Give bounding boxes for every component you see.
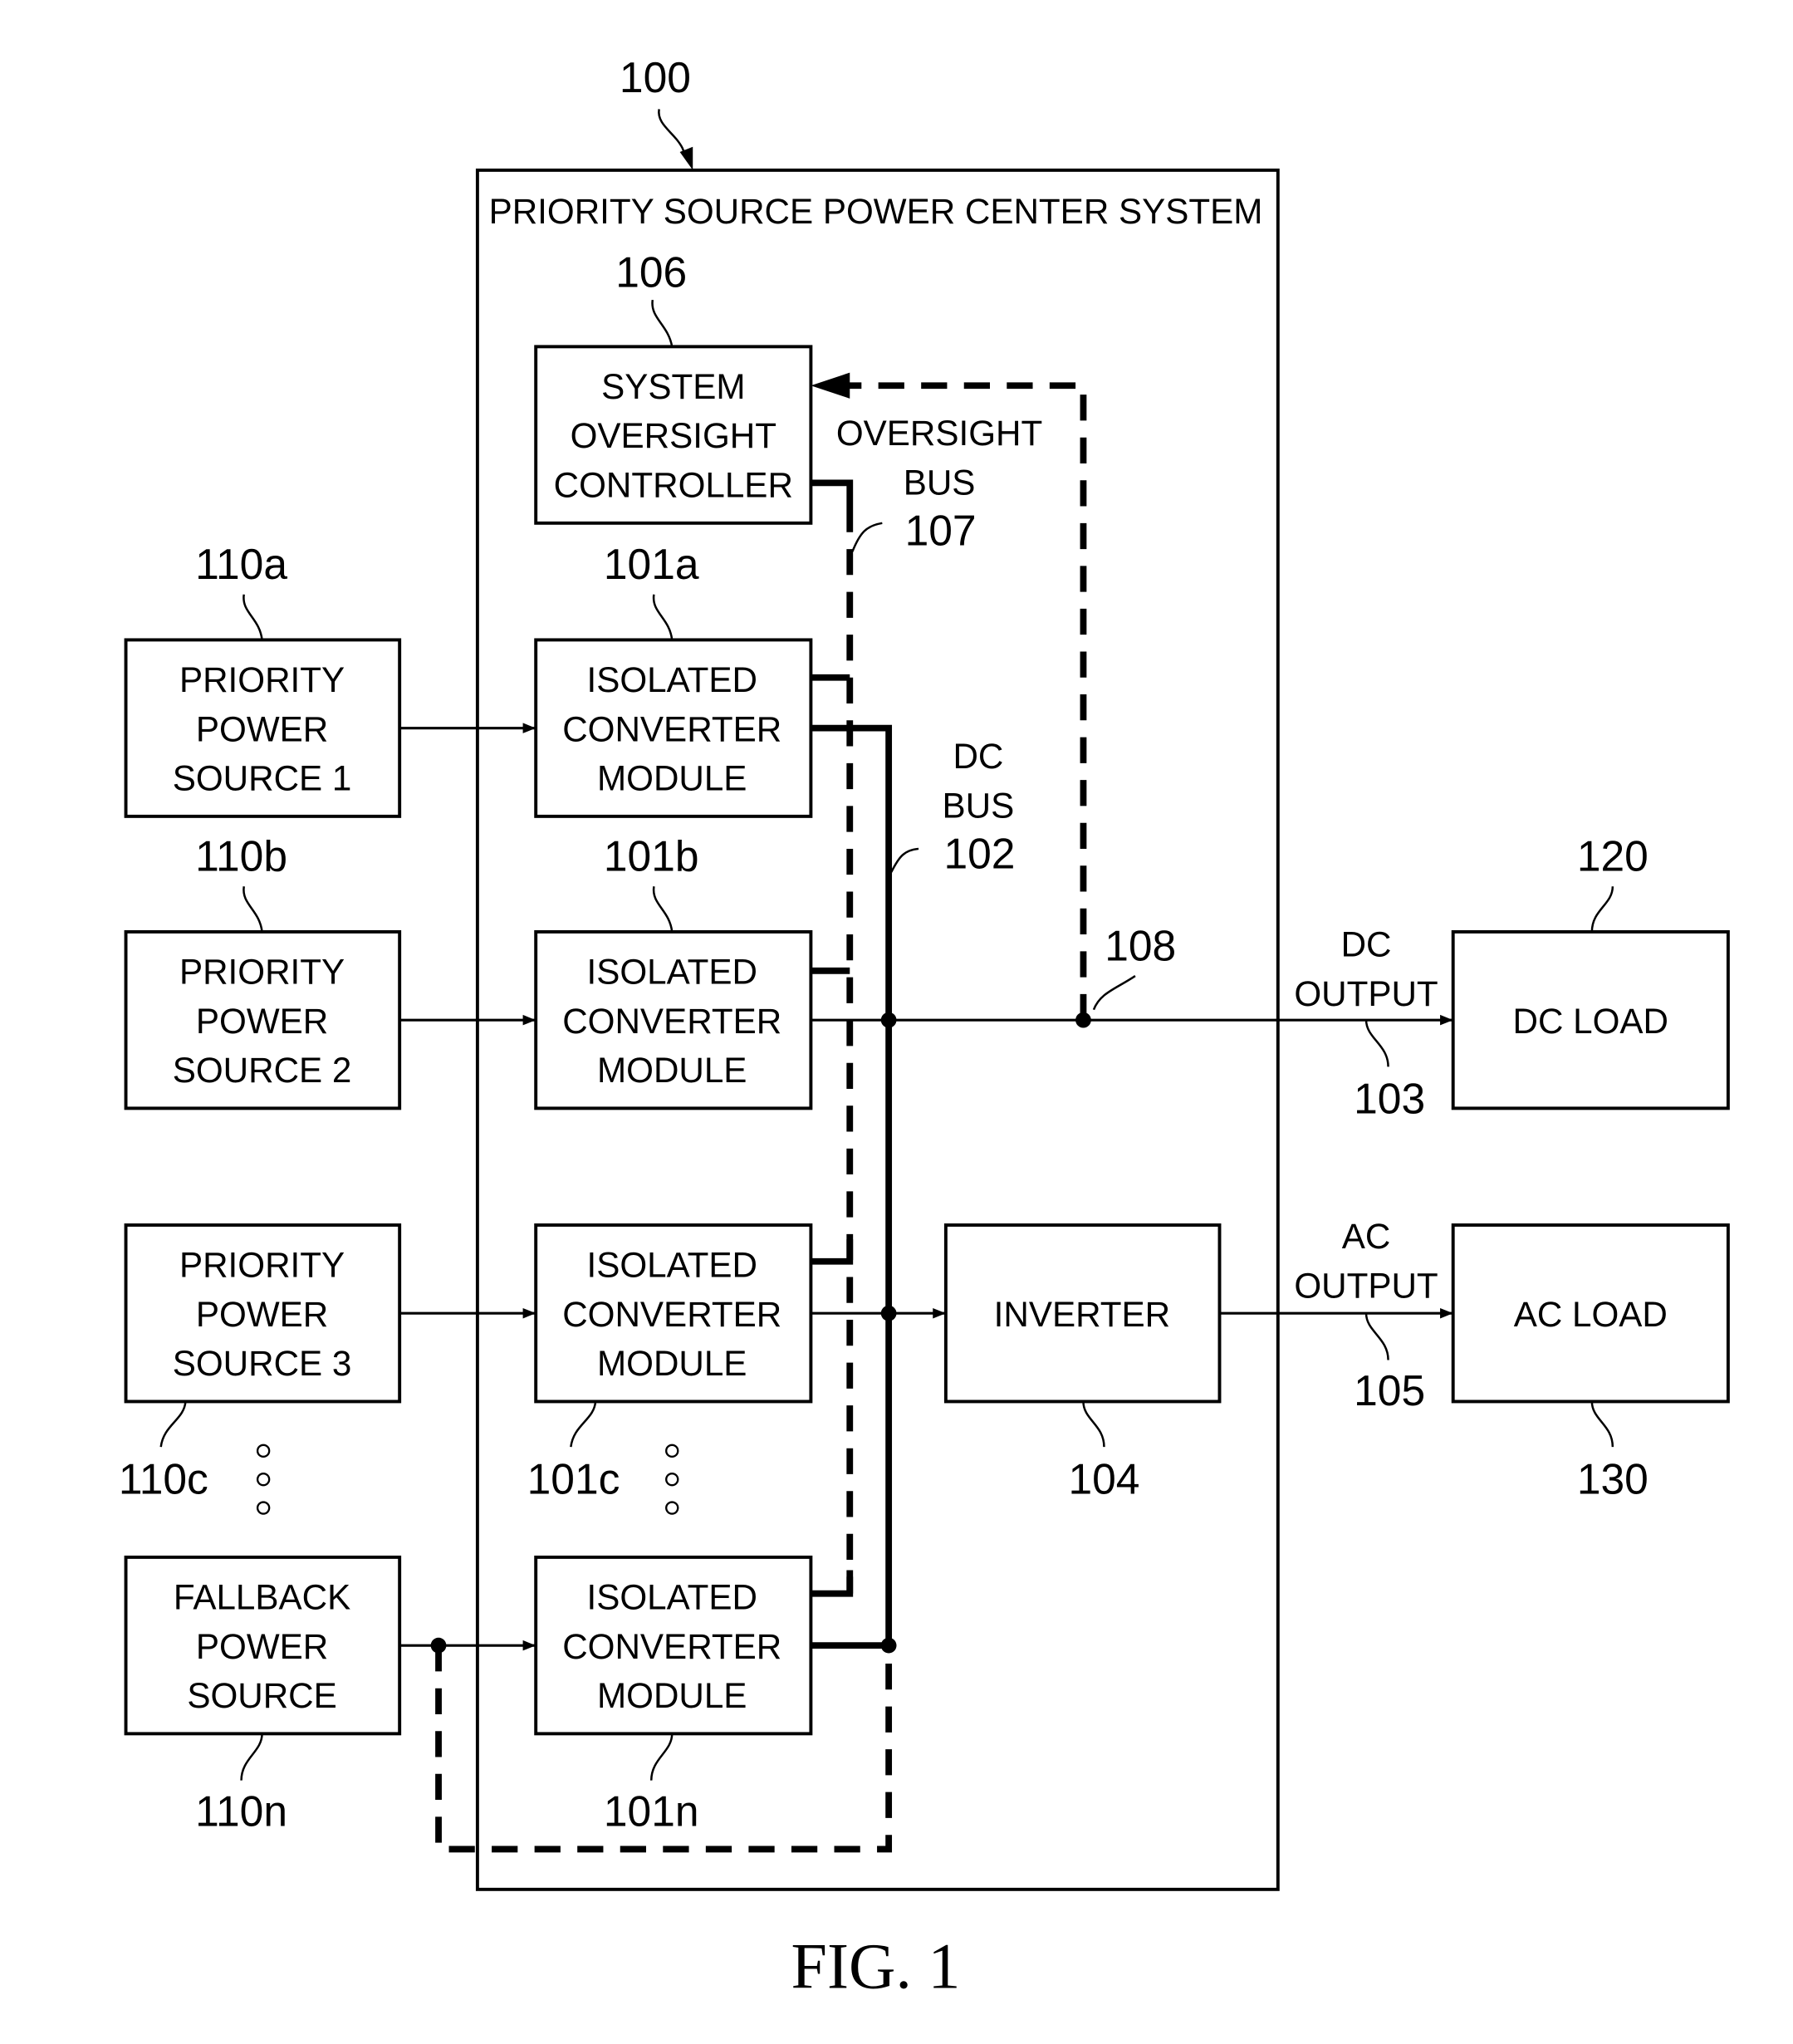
converter-n-oversight-stub — [811, 1570, 854, 1597]
ac-output-line-2: OUTPUT — [1294, 1266, 1438, 1305]
figure-caption: FIG. 1 — [791, 1930, 961, 2002]
fallback-line-3: SOURCE — [187, 1676, 336, 1715]
converter-ellipsis-icon — [665, 1444, 679, 1515]
ac-load-ref: 130 — [1577, 1454, 1648, 1502]
converter-n-line-2: CONVERTER — [562, 1627, 781, 1666]
priority-power-source-2: PRIORITY POWER SOURCE 2 — [124, 929, 402, 1110]
source-2-line-1: PRIORITY — [179, 952, 345, 991]
system-oversight-controller: SYSTEM OVERSIGHT CONTROLLER — [534, 345, 813, 525]
converter-c-oversight-stub — [811, 1239, 854, 1265]
source-1-line-1: PRIORITY — [179, 660, 345, 699]
dc-output-leader — [1364, 1020, 1389, 1067]
converter-b-line-3: MODULE — [597, 1051, 747, 1090]
converter-module-a: ISOLATED CONVERTER MODULE — [534, 638, 813, 818]
oversight-bus-line-2: BUS — [904, 463, 976, 502]
dc-output-ref: 103 — [1354, 1075, 1425, 1123]
inverter: INVERTER — [943, 1223, 1222, 1404]
dc-bus-ref: 102 — [943, 829, 1015, 877]
converter-a-leader — [652, 594, 674, 640]
source-3-ref: 110c — [119, 1454, 208, 1502]
source-ellipsis-icon — [256, 1444, 271, 1515]
oversight-feedback-arrow — [811, 372, 850, 399]
converter-c-line-3: MODULE — [597, 1344, 747, 1383]
source-1-leader — [242, 594, 263, 640]
converter-n-ref: 101n — [604, 1787, 699, 1835]
source-3-line-1: PRIORITY — [179, 1245, 345, 1284]
source-2-line-2: POWER — [196, 1002, 328, 1041]
converter-c-ref: 101c — [527, 1454, 620, 1502]
fallback-line-2: POWER — [196, 1627, 328, 1666]
ac-load-label: AC LOAD — [1514, 1295, 1668, 1334]
converter-b-line-1: ISOLATED — [587, 952, 757, 991]
controller-ref-label: 106 — [615, 248, 687, 296]
converter-module-n: ISOLATED CONVERTER MODULE — [534, 1555, 813, 1736]
system-ref-label: 100 — [620, 53, 691, 101]
junction-leader — [1092, 975, 1136, 1011]
source-1-line-2: POWER — [196, 709, 328, 748]
system-title: PRIORITY SOURCE POWER CENTER SYSTEM — [489, 192, 1263, 231]
ac-output-leader — [1364, 1313, 1389, 1360]
converter-a-ref: 101a — [604, 540, 699, 588]
dc-output-line-1: DC — [1341, 925, 1392, 964]
controller-line-1: SYSTEM — [601, 367, 745, 406]
priority-power-source-1: PRIORITY POWER SOURCE 1 — [124, 638, 402, 818]
fallback-power-source: FALLBACK POWER SOURCE — [124, 1555, 402, 1736]
oversight-bus-line-1: OVERSIGHT — [836, 414, 1042, 453]
converter-module-b: ISOLATED CONVERTER MODULE — [534, 929, 813, 1110]
converter-a-line-3: MODULE — [597, 759, 747, 798]
ac-output-line-1: AC — [1342, 1217, 1391, 1256]
source-2-line-3: SOURCE 2 — [173, 1051, 352, 1090]
source-2-ref: 110b — [195, 832, 287, 880]
fallback-line-1: FALLBACK — [174, 1577, 350, 1616]
inverter-leader — [1082, 1401, 1105, 1448]
inverter-ref: 104 — [1068, 1454, 1139, 1502]
fallback-leader — [240, 1733, 263, 1781]
source-3-line-2: POWER — [196, 1295, 328, 1334]
dc-bus-junction-c — [880, 1305, 897, 1321]
converter-n-leader — [649, 1733, 674, 1781]
converter-n-line-1: ISOLATED — [587, 1577, 757, 1616]
dc-bus-line-1: DC — [953, 737, 1003, 776]
controller-line-3: CONTROLLER — [554, 466, 793, 505]
oversight-bus-leader — [851, 522, 883, 552]
dc-load-leader — [1590, 886, 1614, 932]
power-center-diagram: 100 PRIORITY SOURCE POWER CENTER SYSTEM … — [119, 53, 1730, 2002]
converter-a-line-1: ISOLATED — [587, 660, 757, 699]
converter-module-c: ISOLATED CONVERTER MODULE — [534, 1223, 813, 1404]
source-3-line-3: SOURCE 3 — [173, 1344, 352, 1383]
converter-c-leader — [570, 1401, 597, 1448]
ac-output-ref: 105 — [1354, 1366, 1425, 1414]
source-2-leader — [242, 886, 263, 933]
ac-load: AC LOAD — [1451, 1223, 1730, 1404]
dc-load-label: DC LOAD — [1513, 1002, 1668, 1041]
inverter-label: INVERTER — [994, 1295, 1170, 1334]
converter-n-line-3: MODULE — [597, 1676, 747, 1715]
oversight-bus-ref: 107 — [905, 506, 977, 554]
converter-a-line-2: CONVERTER — [562, 709, 781, 748]
ac-load-leader — [1590, 1401, 1614, 1448]
dc-output-line-2: OUTPUT — [1294, 974, 1438, 1013]
junction-ref: 108 — [1105, 921, 1176, 969]
controller-line-2: OVERSIGHT — [571, 416, 776, 455]
converter-c-line-2: CONVERTER — [562, 1295, 781, 1334]
converter-c-line-1: ISOLATED — [587, 1245, 757, 1284]
dc-bus-leader — [890, 847, 919, 873]
dc-bus-junction-b — [880, 1012, 897, 1028]
converter-b-leader — [652, 886, 674, 933]
source-3-leader — [159, 1401, 187, 1448]
converter-b-ref: 101b — [604, 832, 699, 880]
dc-load: DC LOAD — [1451, 929, 1730, 1110]
dc-bus-line-2: BUS — [943, 786, 1015, 825]
fallback-ref: 110n — [195, 1787, 287, 1835]
controller-leader — [651, 299, 674, 347]
system-leader-arrow — [679, 146, 693, 170]
dc-load-ref: 120 — [1577, 832, 1648, 880]
priority-power-source-3: PRIORITY POWER SOURCE 3 — [124, 1223, 402, 1404]
converter-b-line-2: CONVERTER — [562, 1002, 781, 1041]
source-1-line-3: SOURCE 1 — [173, 759, 352, 798]
source-1-ref: 110a — [195, 540, 287, 588]
controller-bus-stub — [811, 479, 854, 507]
